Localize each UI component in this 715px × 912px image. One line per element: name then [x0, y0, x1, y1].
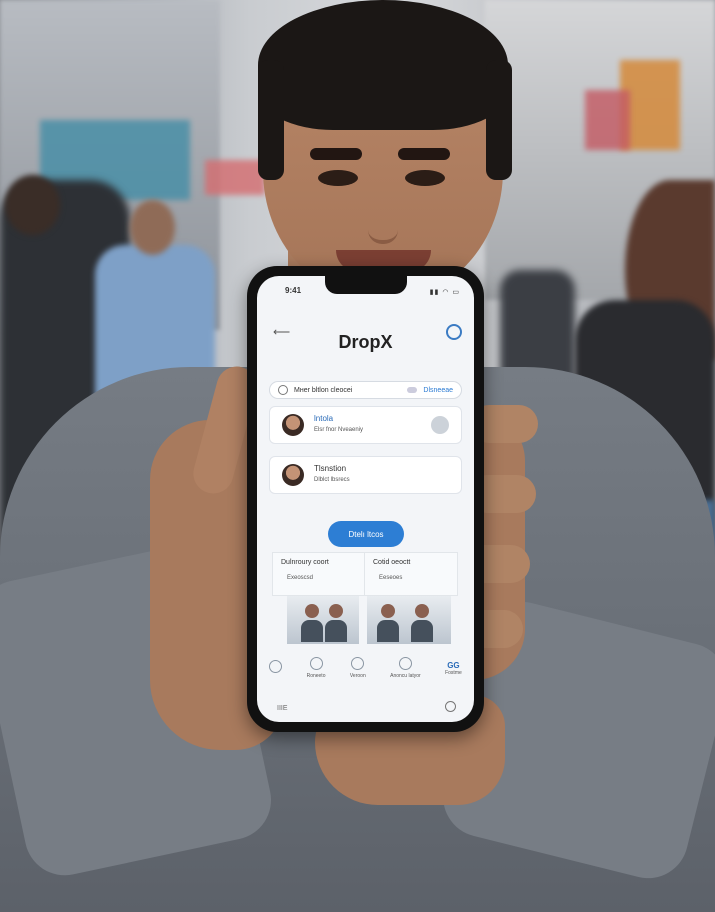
phone-screen: 9:41 ▮▮ ◠ ▭ ⟵ DropX Mнеr bltlon cleocei … [257, 276, 474, 722]
panel-subtitle: Exeoscsd [287, 575, 314, 581]
background-person-blue-head [130, 200, 175, 255]
tab-more[interactable]: GG Fostme [445, 661, 462, 676]
card-subtitle: Elsr fnor Nveaeniy [314, 427, 364, 433]
man-hair [258, 0, 508, 130]
tab-icon-text: GG [447, 660, 460, 670]
info-panel-left[interactable]: Dulnroury coort Exeoscsd [272, 552, 366, 596]
photo-thumbnail-right[interactable] [367, 596, 451, 644]
profile-icon [351, 657, 365, 670]
phone-notch [325, 276, 407, 294]
storefront-sign-pink [585, 90, 630, 150]
thumbnail-person-body [301, 620, 323, 642]
tab-home[interactable] [269, 660, 283, 676]
list-item-card[interactable]: lntola Elsr fnor Nveaeniy [269, 406, 462, 444]
tab-explore[interactable]: Roneeto [306, 657, 326, 679]
thumbnail-person [415, 604, 429, 618]
card-title: Tlsnstion [314, 464, 347, 473]
tab-label: Roneeto [306, 673, 326, 679]
tab-profile[interactable]: Veroon [350, 657, 366, 679]
help-icon[interactable] [445, 701, 456, 712]
app-title: DropX [338, 332, 393, 352]
tab-activity[interactable]: Anoncu latyor [390, 657, 421, 679]
card-title: lntola [314, 414, 334, 423]
thumbnail-person-body [377, 620, 399, 642]
man-eyebrow-left [310, 148, 362, 160]
man-eye-left [318, 170, 358, 186]
activity-icon [398, 657, 412, 670]
storefront-sign-red [205, 160, 265, 195]
panel-subtitle: Eeseoes [379, 575, 403, 581]
smartphone: 9:41 ▮▮ ◠ ▭ ⟵ DropX Mнеr bltlon cleocei … [247, 266, 484, 732]
tab-label: Anoncu latyor [390, 673, 421, 679]
primary-action-button[interactable]: Dtelı ltcos [328, 521, 404, 547]
thumbnail-person [381, 604, 395, 618]
thumbnail-person-body [411, 620, 433, 642]
home-icon [269, 660, 283, 673]
status-time: 9:41 [285, 286, 302, 295]
footer-text: IIIE [277, 705, 288, 712]
tab-label: Fostme [445, 669, 462, 676]
photo-thumbnail-left[interactable] [287, 596, 359, 644]
avatar [282, 414, 304, 436]
search-bar[interactable]: Mнеr bltlon cleocei Dlsneeae [269, 381, 462, 399]
panel-title: Cotid oeoctt [373, 559, 411, 566]
toggle-icon[interactable] [407, 387, 418, 393]
card-subtitle: Dlblct lbsrecs [314, 477, 350, 483]
explore-icon [309, 657, 323, 670]
background-person-left-head [5, 175, 60, 235]
search-text: Mнеr bltlon cleocei [294, 386, 353, 394]
avatar [282, 464, 304, 486]
search-icon [278, 385, 288, 395]
street-scene: 9:41 ▮▮ ◠ ▭ ⟵ DropX Mнеr bltlon cleocei … [0, 0, 715, 912]
thumbnail-person-body [325, 620, 347, 642]
status-icons: ▮▮ ◠ ▭ [429, 289, 460, 296]
thumbnail-person [329, 604, 343, 618]
tab-label: Veroon [349, 673, 366, 679]
man-hair-side-right [486, 60, 512, 180]
bottom-tab-bar: Roneeto Veroon Anoncu latyor GG Fostme [257, 650, 474, 686]
thumbnail-person [305, 604, 319, 618]
settings-icon[interactable] [446, 324, 462, 340]
panel-title: Dulnroury coort [281, 559, 329, 566]
info-panel-right[interactable]: Cotid oeoctt Eeseoes [364, 552, 458, 596]
man-hair-side-left [258, 60, 284, 180]
search-link[interactable]: Dlsneeae [423, 387, 453, 394]
man-nose [368, 200, 398, 244]
list-item-card[interactable]: Tlsnstion Dlblct lbsrecs [269, 456, 462, 494]
man-eyebrow-right [398, 148, 450, 160]
contact-avatar-icon[interactable] [431, 416, 449, 434]
man-eye-right [405, 170, 445, 186]
